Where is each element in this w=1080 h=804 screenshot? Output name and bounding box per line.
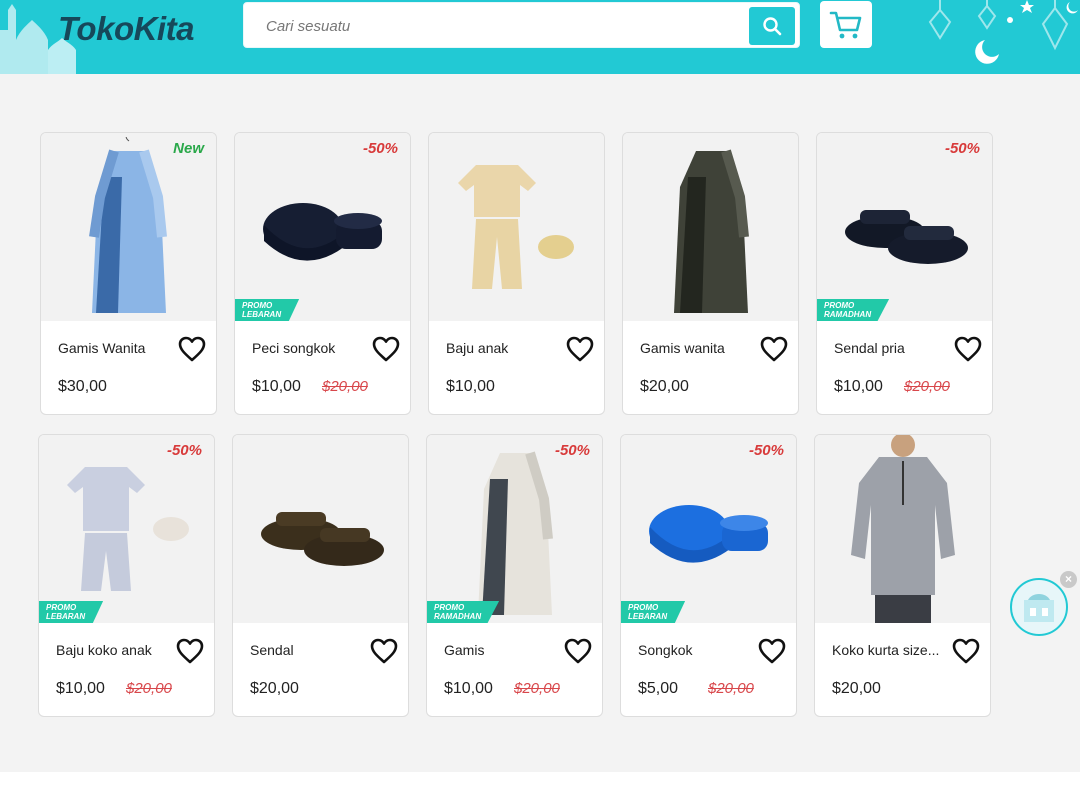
- close-promo-icon[interactable]: ×: [1060, 571, 1077, 588]
- heart-icon: [760, 336, 788, 362]
- wishlist-button[interactable]: [564, 638, 592, 664]
- cart-icon: [829, 11, 862, 38]
- product-image[interactable]: [623, 133, 798, 321]
- discount-badge: -50%: [554, 442, 590, 459]
- wishlist-button[interactable]: [952, 638, 980, 664]
- product-image[interactable]: -50% PROMO LEBARAN: [235, 133, 410, 321]
- original-price: $20,00: [322, 378, 368, 395]
- product-name[interactable]: Songkok: [638, 642, 758, 658]
- product-name[interactable]: Koko kurta size...: [832, 642, 952, 658]
- product-card[interactable]: -50% PROMO LEBARAN Baju koko anak $10,00 $20,…: [38, 434, 215, 717]
- heart-icon: [758, 638, 786, 664]
- product-grid: New Gamis Wanita $30,00 -50% PROMO LEBARAN Pec…: [36, 132, 998, 722]
- discount-badge: -50%: [166, 442, 202, 459]
- product-name[interactable]: Peci songkok: [252, 340, 372, 356]
- product-name[interactable]: Gamis Wanita: [58, 340, 178, 356]
- product-price: $10,00: [56, 680, 105, 697]
- heart-icon: [564, 638, 592, 664]
- header: TokoKita: [0, 0, 1080, 74]
- product-card[interactable]: -50% PROMO RAMADHAN Sendal pria $10,00 $20,00: [816, 132, 993, 415]
- wishlist-button[interactable]: [372, 336, 400, 362]
- product-card[interactable]: -50% PROMO LEBARAN Songkok $5,00 $20,00: [620, 434, 797, 717]
- wishlist-button[interactable]: [760, 336, 788, 362]
- product-image[interactable]: [815, 435, 990, 623]
- product-price: $30,00: [58, 378, 107, 395]
- original-price: $20,00: [126, 680, 172, 697]
- product-card[interactable]: New Gamis Wanita $30,00: [40, 132, 217, 415]
- product-name[interactable]: Baju anak: [446, 340, 566, 356]
- product-image[interactable]: New: [41, 133, 216, 321]
- wishlist-button[interactable]: [954, 336, 982, 362]
- wishlist-button[interactable]: [370, 638, 398, 664]
- search-button[interactable]: [749, 7, 795, 45]
- wishlist-button[interactable]: [758, 638, 786, 664]
- heart-icon: [176, 638, 204, 664]
- original-price: $20,00: [708, 680, 754, 697]
- cart-button[interactable]: [820, 1, 872, 48]
- product-image[interactable]: -50% PROMO LEBARAN: [621, 435, 796, 623]
- promo-mosque-icon: [1024, 594, 1054, 622]
- discount-badge: -50%: [748, 442, 784, 459]
- original-price: $20,00: [904, 378, 950, 395]
- discount-badge: -50%: [944, 140, 980, 157]
- product-price: $10,00: [444, 680, 493, 697]
- product-card[interactable]: -50% PROMO RAMADHAN Gamis $10,00 $20,00: [426, 434, 603, 717]
- product-card[interactable]: Koko kurta size... $20,00: [814, 434, 991, 717]
- floating-promo-banner[interactable]: [1010, 578, 1068, 636]
- logo[interactable]: TokoKita: [58, 10, 194, 48]
- promo-tag: PROMO RAMADHAN: [427, 601, 500, 623]
- heart-icon: [178, 336, 206, 362]
- heart-icon: [954, 336, 982, 362]
- lantern-moon-decoration-icon: [928, 0, 1078, 64]
- product-price: $5,00: [638, 680, 679, 697]
- heart-icon: [566, 336, 594, 362]
- product-image[interactable]: [233, 435, 408, 623]
- new-badge: New: [173, 140, 204, 157]
- footer-strip: [0, 772, 1080, 804]
- product-card[interactable]: Gamis wanita $20,00: [622, 132, 799, 415]
- original-price: $20,00: [514, 680, 560, 697]
- product-name[interactable]: Baju koko anak: [56, 642, 176, 658]
- search-icon: [763, 17, 782, 36]
- product-image[interactable]: -50% PROMO RAMADHAN: [817, 133, 992, 321]
- product-name[interactable]: Sendal: [250, 642, 370, 658]
- wishlist-button[interactable]: [176, 638, 204, 664]
- search-input[interactable]: [266, 15, 736, 37]
- heart-icon: [952, 638, 980, 664]
- wishlist-button[interactable]: [566, 336, 594, 362]
- product-card[interactable]: -50% PROMO LEBARAN Peci songkok $10,00 $20,00: [234, 132, 411, 415]
- search-bar: [243, 2, 800, 48]
- product-price: $10,00: [446, 378, 495, 395]
- wishlist-button[interactable]: [178, 336, 206, 362]
- heart-icon: [370, 638, 398, 664]
- product-price: $20,00: [250, 680, 299, 697]
- promo-tag: PROMO LEBARAN: [39, 601, 104, 623]
- product-price: $20,00: [832, 680, 881, 697]
- promo-tag: PROMO LEBARAN: [621, 601, 686, 623]
- product-price: $10,00: [834, 378, 883, 395]
- product-image[interactable]: -50% PROMO RAMADHAN: [427, 435, 602, 623]
- product-price: $10,00: [252, 378, 301, 395]
- product-name[interactable]: Gamis wanita: [640, 340, 760, 356]
- product-card[interactable]: Baju anak $10,00: [428, 132, 605, 415]
- discount-badge: -50%: [362, 140, 398, 157]
- product-name[interactable]: Sendal pria: [834, 340, 954, 356]
- product-image[interactable]: [429, 133, 604, 321]
- product-card[interactable]: Sendal $20,00: [232, 434, 409, 717]
- heart-icon: [372, 336, 400, 362]
- promo-tag: PROMO RAMADHAN: [817, 299, 890, 321]
- product-name[interactable]: Gamis: [444, 642, 564, 658]
- product-price: $20,00: [640, 378, 689, 395]
- product-image[interactable]: -50% PROMO LEBARAN: [39, 435, 214, 623]
- promo-tag: PROMO LEBARAN: [235, 299, 300, 321]
